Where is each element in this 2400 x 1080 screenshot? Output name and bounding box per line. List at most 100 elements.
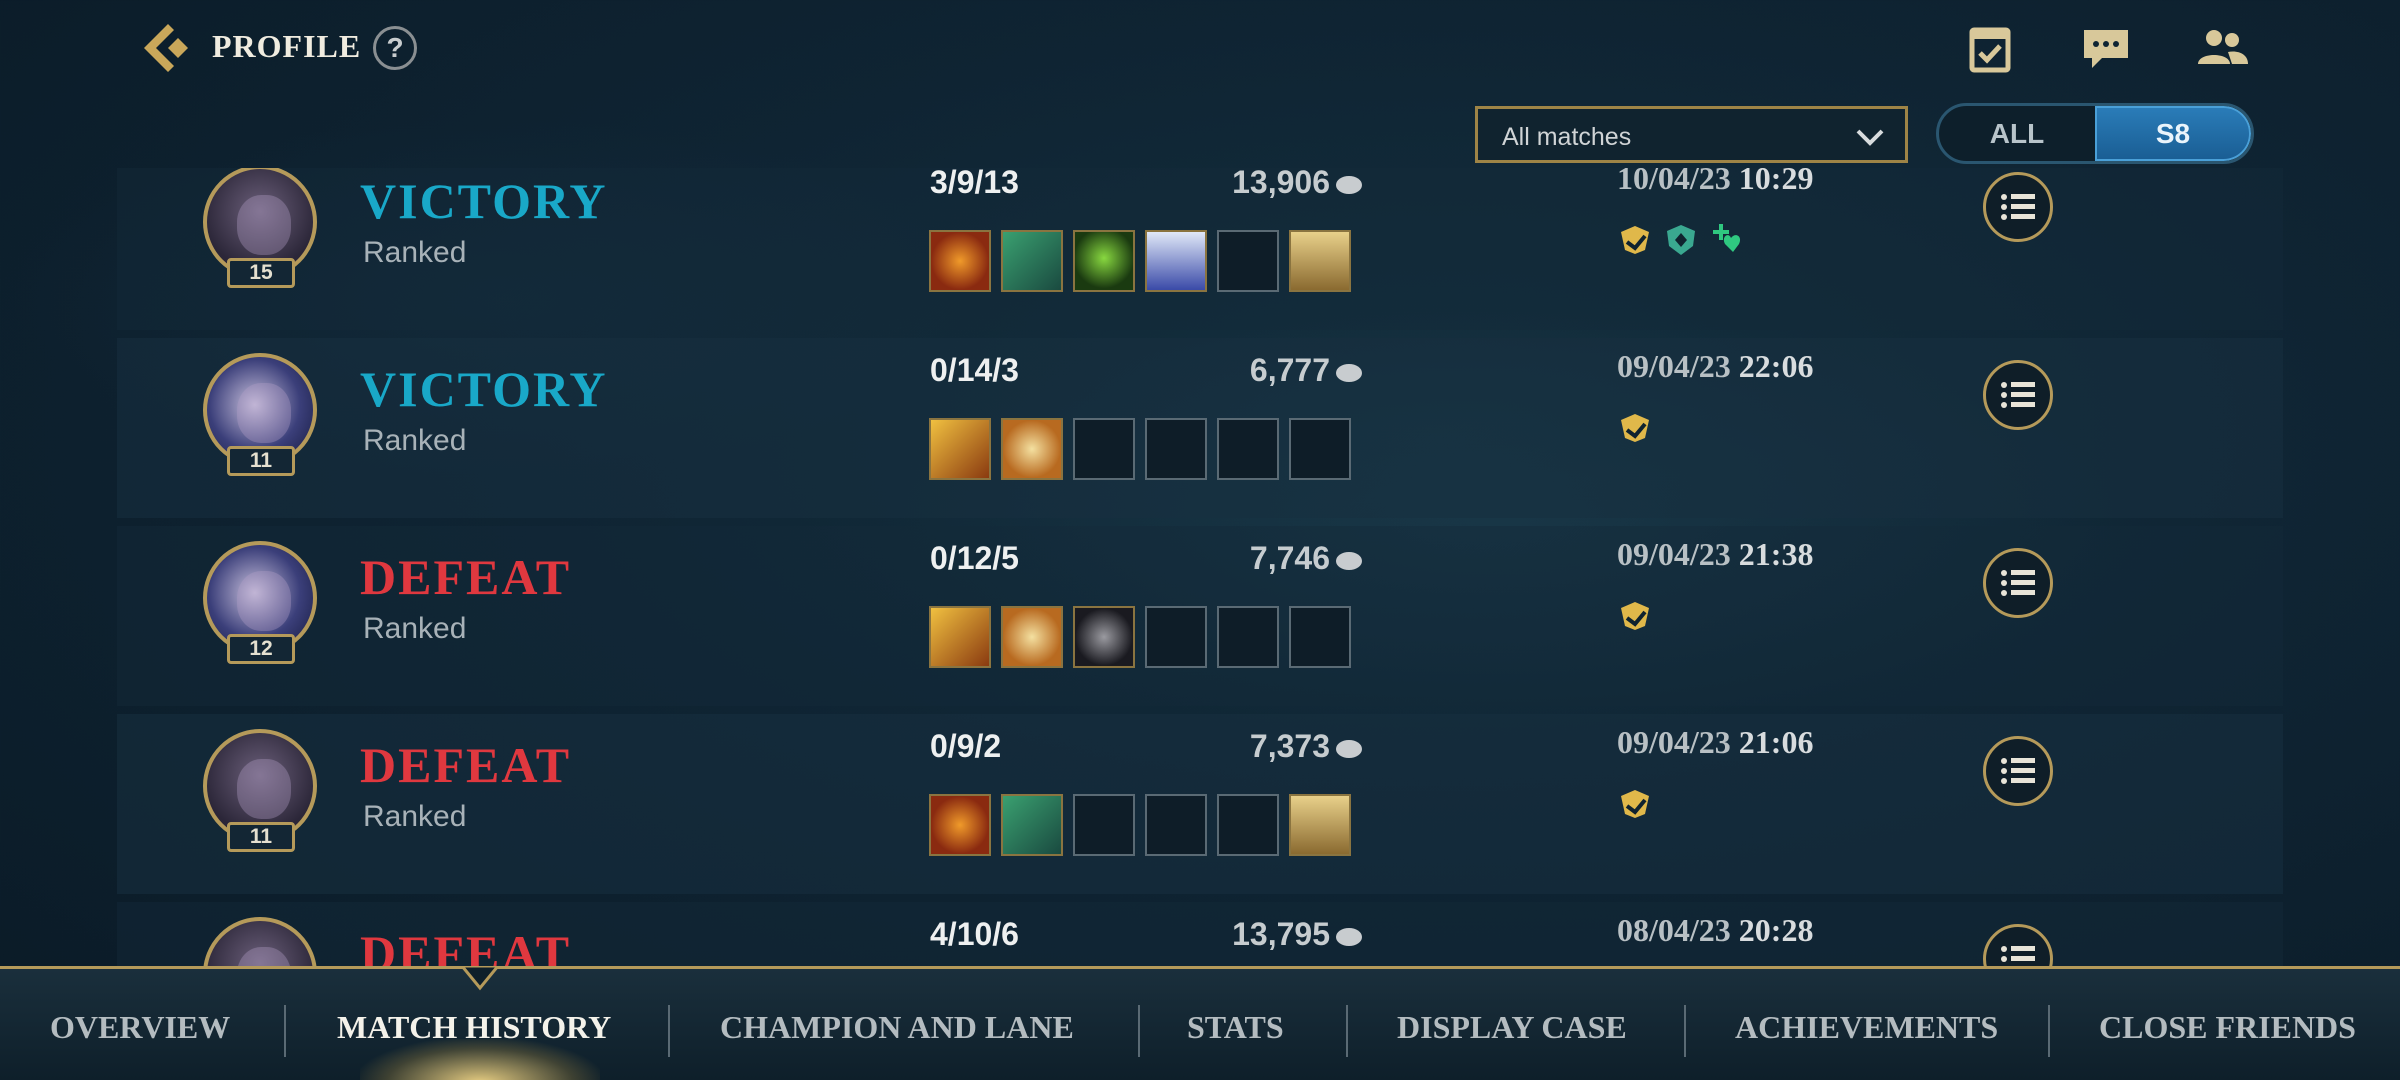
gold-value: 7,746 <box>1249 540 1330 576</box>
match-time: 22:06 <box>1738 348 1814 384</box>
champion-level-badge: 12 <box>227 634 295 664</box>
match-mode: Ranked <box>363 424 467 457</box>
bottom-nav: OVERVIEW MATCH HISTORY CHAMPION AND LANE… <box>0 966 2400 1080</box>
match-datetime: 09/04/23 22:06 <box>1617 348 1813 385</box>
gold-earned: 13,906 <box>1202 168 1362 201</box>
match-mode: Ranked <box>363 800 467 833</box>
empty-item-slot[interactable] <box>1217 230 1279 292</box>
item-slot[interactable] <box>1073 606 1135 668</box>
match-details-button[interactable] <box>1983 736 2053 806</box>
champion-face <box>237 759 291 819</box>
match-mode: Ranked <box>363 236 467 269</box>
list-icon <box>2001 946 2035 968</box>
empty-item-slot[interactable] <box>1145 418 1207 480</box>
item-slot[interactable] <box>1001 418 1063 480</box>
item-slot[interactable] <box>929 230 991 292</box>
gold-earned: 7,373 <box>1202 728 1362 765</box>
match-row[interactable]: 12 DEFEAT Ranked 0/12/5 7,746 09/04/23 2… <box>117 526 2283 706</box>
back-arrow-icon <box>144 24 188 72</box>
match-result: VICTORY <box>360 173 608 229</box>
item-build <box>929 606 1351 668</box>
item-slot[interactable] <box>1001 230 1063 292</box>
tab-divider <box>1684 1005 1686 1057</box>
tab-achievements[interactable]: ACHIEVEMENTS <box>1735 1009 1998 1046</box>
empty-item-slot[interactable] <box>1145 794 1207 856</box>
tab-champion-and-lane[interactable]: CHAMPION AND LANE <box>720 1009 1074 1046</box>
match-date: 08/04/23 <box>1617 912 1731 948</box>
empty-item-slot[interactable] <box>1289 606 1351 668</box>
help-button[interactable]: ? <box>373 26 417 70</box>
empty-item-slot[interactable] <box>1073 418 1135 480</box>
item-slot[interactable] <box>929 418 991 480</box>
match-row[interactable]: 15 VICTORY Ranked 3/9/13 13,906 10/04/23… <box>117 168 2283 330</box>
tab-divider <box>2048 1005 2050 1057</box>
match-datetime: 09/04/23 21:38 <box>1617 536 1813 573</box>
item-slot[interactable] <box>929 794 991 856</box>
match-mode: Ranked <box>363 612 467 645</box>
tab-stats[interactable]: STATS <box>1187 1009 1284 1046</box>
match-result: DEFEAT <box>360 925 572 968</box>
kda-stat: 0/12/5 <box>930 540 1019 576</box>
champion-level-badge: 11 <box>227 446 295 476</box>
match-row[interactable]: DEFEAT 4/10/6 13,795 08/04/23 20:28 <box>117 902 2283 968</box>
tab-divider <box>1138 1005 1140 1057</box>
empty-item-slot[interactable] <box>1217 794 1279 856</box>
gold-value: 13,906 <box>1232 168 1330 200</box>
match-type-dropdown[interactable]: All matches <box>1475 106 1908 163</box>
tab-match-history[interactable]: MATCH HISTORY <box>337 1009 611 1046</box>
item-slot[interactable] <box>1145 230 1207 292</box>
match-list-viewport[interactable]: 15 VICTORY Ranked 3/9/13 13,906 10/04/23… <box>0 168 2400 968</box>
match-row[interactable]: 11 VICTORY Ranked 0/14/3 6,777 09/04/23 … <box>117 338 2283 518</box>
match-details-button[interactable] <box>1983 924 2053 968</box>
match-badges <box>1617 222 1745 258</box>
friends-button[interactable] <box>2194 22 2250 74</box>
gold-coin-icon <box>1336 551 1362 570</box>
kda-stat: 4/10/6 <box>930 916 1019 952</box>
champion-face <box>237 383 291 443</box>
champion-level-badge: 15 <box>227 258 295 288</box>
item-slot[interactable] <box>1001 606 1063 668</box>
tab-display-case[interactable]: DISPLAY CASE <box>1397 1009 1627 1046</box>
match-details-button[interactable] <box>1983 172 2053 242</box>
gold-earned: 13,795 <box>1202 916 1362 953</box>
match-row[interactable]: 11 DEFEAT Ranked 0/9/2 7,373 09/04/23 21… <box>117 714 2283 894</box>
heal-badge-icon <box>1709 222 1745 258</box>
match-type-selected: All matches <box>1502 123 1632 151</box>
item-build <box>929 418 1351 480</box>
missions-icon <box>1969 27 2011 73</box>
match-datetime: 10/04/23 10:29 <box>1617 168 1813 197</box>
match-time: 21:06 <box>1738 724 1814 760</box>
item-slot[interactable] <box>929 606 991 668</box>
empty-item-slot[interactable] <box>1145 606 1207 668</box>
season-option-s8[interactable]: S8 <box>2095 106 2251 161</box>
item-slot[interactable] <box>1289 230 1351 292</box>
friends-icon <box>2198 30 2248 64</box>
match-details-button[interactable] <box>1983 548 2053 618</box>
list-icon <box>2001 382 2035 408</box>
match-date: 09/04/23 <box>1617 724 1731 760</box>
item-slot[interactable] <box>1073 230 1135 292</box>
active-tab-pointer-icon <box>460 966 500 991</box>
season-option-all[interactable]: ALL <box>1939 106 2095 161</box>
gold-value: 6,777 <box>1249 352 1330 388</box>
back-button[interactable] <box>138 20 198 76</box>
champion-portrait[interactable] <box>203 917 317 968</box>
empty-item-slot[interactable] <box>1289 418 1351 480</box>
item-slot[interactable] <box>1001 794 1063 856</box>
empty-item-slot[interactable] <box>1073 794 1135 856</box>
mvp-badge-icon <box>1617 786 1653 822</box>
season-toggle: ALL S8 <box>1936 103 2254 164</box>
match-list: 15 VICTORY Ranked 3/9/13 13,906 10/04/23… <box>117 168 2283 968</box>
chat-button[interactable] <box>2078 22 2134 74</box>
match-badges <box>1617 410 1653 446</box>
tab-close-friends[interactable]: CLOSE FRIENDS <box>2099 1009 2356 1046</box>
tab-divider <box>284 1005 286 1057</box>
tab-overview[interactable]: OVERVIEW <box>50 1009 230 1046</box>
match-result: DEFEAT <box>360 737 572 793</box>
missions-button[interactable] <box>1962 22 2018 74</box>
match-details-button[interactable] <box>1983 360 2053 430</box>
empty-item-slot[interactable] <box>1217 418 1279 480</box>
champion-face <box>237 571 291 631</box>
item-slot[interactable] <box>1289 794 1351 856</box>
empty-item-slot[interactable] <box>1217 606 1279 668</box>
